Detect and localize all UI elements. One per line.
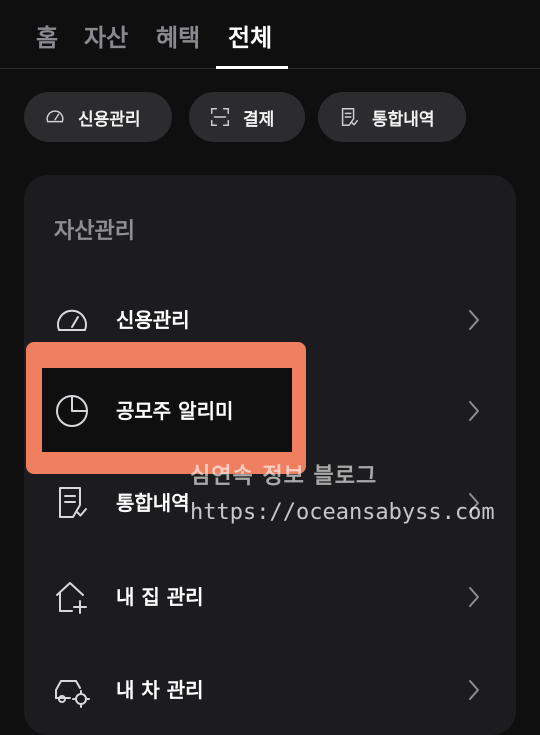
menu-item-label: 내 차 관리 <box>116 678 204 702</box>
menu-item-label: 통합내역 <box>116 491 190 515</box>
chip-label: 결제 <box>243 109 275 130</box>
tab-home[interactable]: 홈 <box>36 18 58 68</box>
gauge-icon <box>46 110 64 123</box>
house-plus-icon <box>56 582 87 614</box>
section-title: 자산관리 <box>54 219 135 244</box>
scan-frame-icon <box>211 108 229 126</box>
menu-item-label: 내 집 관리 <box>116 585 204 609</box>
chip-credit-management[interactable]: 신용관리 <box>24 92 172 142</box>
chip-label: 신용관리 <box>78 109 141 130</box>
tab-assets[interactable]: 자산 <box>84 18 128 68</box>
watermark-title: 심연속 정보 블로그 <box>190 464 378 489</box>
menu-item-my-car[interactable]: 내 차 관리 <box>24 650 516 730</box>
chevron-right-icon <box>469 587 479 607</box>
watermark-url: https://oceansabyss.com <box>190 500 495 525</box>
document-list-icon <box>341 108 358 126</box>
chip-label: 통합내역 <box>372 109 435 130</box>
pie-chart-icon <box>56 395 88 427</box>
menu-item-credit-management[interactable]: 신용관리 <box>24 280 516 360</box>
active-tab-indicator <box>216 66 288 69</box>
top-tab-bar: 홈 자산 혜택 전체 <box>0 0 540 69</box>
chevron-right-icon <box>469 680 479 700</box>
gauge-icon <box>57 309 87 331</box>
chevron-right-icon <box>469 401 479 421</box>
menu-item-my-home[interactable]: 내 집 관리 <box>24 557 516 637</box>
chip-integrated-history[interactable]: 통합내역 <box>318 92 466 142</box>
menu-item-label: 공모주 알리미 <box>116 399 234 423</box>
tab-benefits[interactable]: 혜택 <box>156 18 200 68</box>
document-list-icon <box>59 487 87 518</box>
menu-item-ipo-alert[interactable]: 공모주 알리미 <box>24 371 516 451</box>
car-gear-icon <box>55 680 90 708</box>
menu-item-label: 신용관리 <box>116 308 190 332</box>
chevron-right-icon <box>469 310 479 330</box>
tab-all[interactable]: 전체 <box>228 18 272 68</box>
chip-payment[interactable]: 결제 <box>189 92 305 142</box>
